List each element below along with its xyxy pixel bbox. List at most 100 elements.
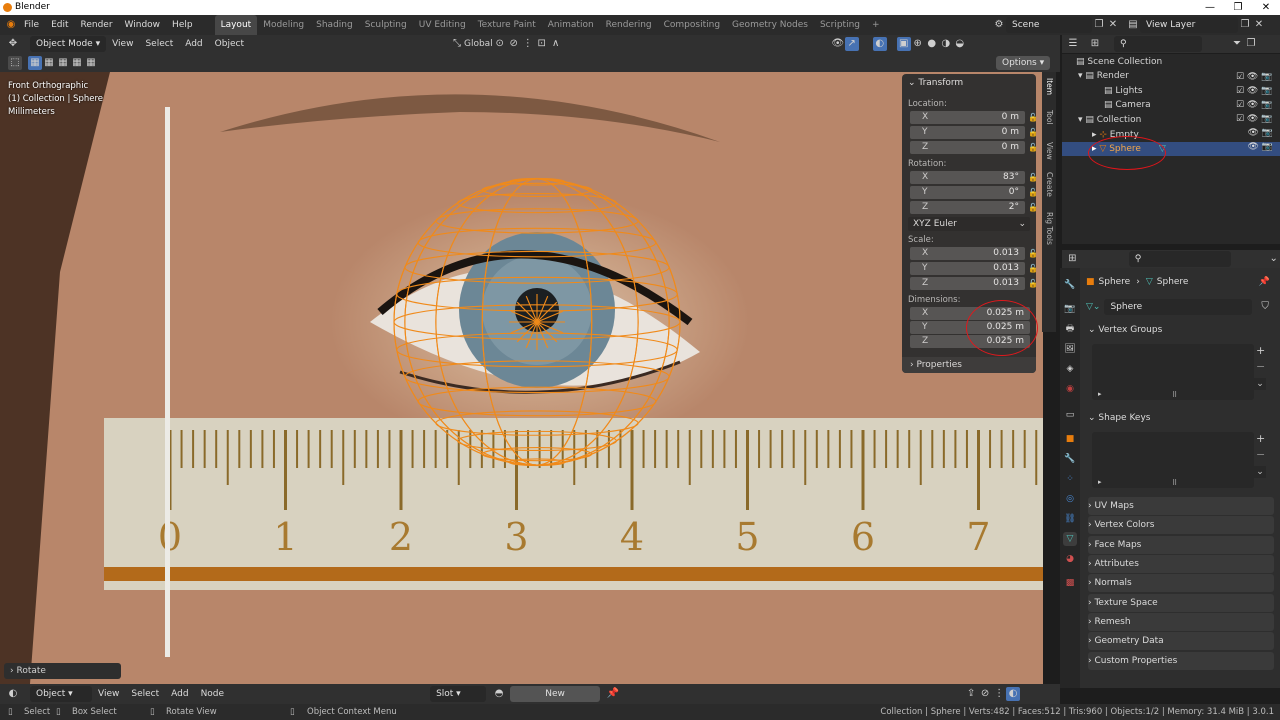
node-menu-view[interactable]: View xyxy=(92,684,125,704)
minimize-button[interactable]: — xyxy=(1196,0,1224,15)
add-workspace-button[interactable]: + xyxy=(866,15,886,35)
sidebar-tab-tool[interactable]: Tool xyxy=(1045,110,1054,125)
location-y-field[interactable]: Y 0 m xyxy=(910,126,1025,139)
section-texture-space[interactable]: › Texture Space xyxy=(1088,594,1274,612)
tab-geometry-nodes[interactable]: Geometry Nodes xyxy=(726,15,814,35)
filter-icon[interactable]: ⏷ xyxy=(1230,37,1244,51)
tab-sculpting[interactable]: Sculpting xyxy=(359,15,413,35)
visibility-toggles[interactable]: 👁 📷 xyxy=(1236,126,1273,140)
new-material-button[interactable]: New xyxy=(510,686,601,702)
sidebar-tab-create[interactable]: Create xyxy=(1045,172,1054,197)
tab-compositing[interactable]: Compositing xyxy=(658,15,726,35)
rotation-x-field[interactable]: X 83° xyxy=(910,171,1025,184)
remove-view-layer-icon[interactable]: ✕ xyxy=(1252,18,1266,32)
sidebar-tab-item[interactable]: Item xyxy=(1045,78,1054,95)
lock-icon[interactable]: 🔓 xyxy=(1028,201,1038,214)
snap-icon[interactable]: ⊘ xyxy=(978,687,992,701)
section-remesh[interactable]: › Remesh xyxy=(1088,613,1274,631)
viewport-menu-view[interactable]: View xyxy=(106,34,139,54)
scene-tab-icon[interactable]: ◈ xyxy=(1063,362,1077,376)
specials-menu-icon[interactable]: ⌄ xyxy=(1254,466,1266,478)
wireframe-shading-icon[interactable]: ⊕ xyxy=(911,37,925,51)
section-normals[interactable]: › Normals xyxy=(1088,574,1274,592)
scale-y-field[interactable]: Y 0.013 xyxy=(910,262,1025,275)
new-scene-icon[interactable]: ❐ xyxy=(1092,18,1106,32)
tab-animation[interactable]: Animation xyxy=(542,15,600,35)
outliner-editor-icon[interactable]: ☰ xyxy=(1066,37,1080,51)
output-tab-icon[interactable]: 🖶 xyxy=(1063,322,1077,336)
constraints-tab-icon[interactable]: ⛓ xyxy=(1063,512,1077,526)
visibility-toggles[interactable]: ☑ 👁 📷 xyxy=(1236,70,1273,84)
maximize-button[interactable]: ❐ xyxy=(1224,0,1252,15)
viewport-menu-select[interactable]: Select xyxy=(139,34,179,54)
vertex-groups-list[interactable]: ▸ ⠿ xyxy=(1092,344,1254,400)
parent-node-icon[interactable]: ⇪ xyxy=(964,687,978,701)
texture-tab-icon[interactable]: ▩ xyxy=(1063,576,1077,590)
select-new-icon[interactable]: ▦ xyxy=(28,55,42,70)
section-vertex-groups[interactable]: ⌄ Vertex Groups xyxy=(1088,321,1274,339)
falloff-icon[interactable]: ∧ xyxy=(549,37,563,51)
view-layer-tab-icon[interactable]: 🖼 xyxy=(1063,342,1077,356)
outliner-row[interactable]: ▤ Scene Collection xyxy=(1062,55,1280,69)
mesh-data-tab-icon[interactable]: ▽ xyxy=(1063,532,1077,546)
tab-shading[interactable]: Shading xyxy=(310,15,359,35)
fake-user-icon[interactable]: ⛉ xyxy=(1258,300,1272,314)
sidebar-tab-view[interactable]: View xyxy=(1045,142,1054,160)
lock-icon[interactable]: 🔓 xyxy=(1028,262,1038,275)
pin-icon[interactable]: 📌 xyxy=(606,687,620,701)
properties-editor-icon[interactable]: ⊞ xyxy=(1066,252,1079,266)
operator-panel[interactable]: › Rotate xyxy=(4,663,121,679)
display-mode-icon[interactable]: ⊞ xyxy=(1088,37,1102,51)
rotation-y-field[interactable]: Y 0° xyxy=(910,186,1025,199)
snap-target-icon[interactable]: ⋮ xyxy=(992,687,1006,701)
location-z-field[interactable]: Z 0 m xyxy=(910,141,1025,154)
editor-type-icon[interactable]: ◐ xyxy=(6,687,20,701)
select-tool-icon[interactable]: ⬚ xyxy=(8,55,22,70)
section-shape-keys[interactable]: ⌄ Shape Keys xyxy=(1088,409,1274,427)
proportional-edit-icon[interactable]: ⊡ xyxy=(535,37,549,51)
node-menu-node[interactable]: Node xyxy=(195,684,231,704)
rotation-z-field[interactable]: Z 2° xyxy=(910,201,1025,214)
node-menu-add[interactable]: Add xyxy=(165,684,194,704)
material-browse-icon[interactable]: ◓ xyxy=(492,687,506,701)
viewport-menu-object[interactable]: Object xyxy=(209,34,250,54)
lock-icon[interactable]: 🔓 xyxy=(1028,111,1038,124)
section-attributes[interactable]: › Attributes xyxy=(1088,555,1274,573)
remove-scene-icon[interactable]: ✕ xyxy=(1106,18,1120,32)
add-vertex-group-button[interactable]: + xyxy=(1256,344,1265,357)
collection-tab-icon[interactable]: ▭ xyxy=(1063,408,1077,422)
physics-tab-icon[interactable]: ◎ xyxy=(1063,492,1077,506)
solid-shading-icon[interactable]: ● xyxy=(925,37,939,51)
remove-vertex-group-button[interactable]: − xyxy=(1256,360,1265,373)
resize-handle-icon[interactable]: ⠿ xyxy=(1172,391,1177,399)
snap-icon[interactable]: ⊘ xyxy=(507,37,521,51)
orientation-dropdown[interactable]: Global xyxy=(464,39,493,49)
material-tab-icon[interactable]: ◕ xyxy=(1063,552,1077,566)
gizmo-icon[interactable]: ↗ xyxy=(844,37,859,51)
pin-icon[interactable]: 📌 xyxy=(1258,277,1269,287)
slot-dropdown[interactable]: Slot ▾ xyxy=(430,686,487,702)
editor-type-icon[interactable]: ✥ xyxy=(6,37,20,51)
add-shape-key-button[interactable]: + xyxy=(1256,432,1265,445)
outliner-search-input[interactable]: ⚲ xyxy=(1114,36,1202,52)
new-collection-icon[interactable]: ❐ xyxy=(1244,37,1258,51)
specials-menu-icon[interactable]: ⌄ xyxy=(1254,378,1266,390)
material-shading-icon[interactable]: ◑ xyxy=(939,37,953,51)
render-tab-icon[interactable]: 📷 xyxy=(1063,302,1077,316)
viewport-menu-add[interactable]: Add xyxy=(179,34,208,54)
scale-z-field[interactable]: Z 0.013 xyxy=(910,277,1025,290)
remove-shape-key-button[interactable]: − xyxy=(1256,448,1265,461)
mesh-data-icon[interactable]: ▽⌄ xyxy=(1086,302,1100,312)
close-button[interactable]: ✕ xyxy=(1252,0,1280,15)
scene-name-field[interactable]: Scene xyxy=(1006,17,1092,33)
visibility-toggles[interactable]: ☑ 👁 📷 xyxy=(1236,98,1273,112)
select-invert-icon[interactable]: ▦ xyxy=(70,56,84,70)
section-geometry-data[interactable]: › Geometry Data xyxy=(1088,632,1274,650)
rotation-mode-dropdown[interactable]: XYZ Euler ⌄ xyxy=(908,217,1030,231)
menu-help[interactable]: Help xyxy=(166,15,199,35)
select-extend-icon[interactable]: ▦ xyxy=(42,56,56,70)
lock-icon[interactable]: 🔓 xyxy=(1028,126,1038,139)
menu-edit[interactable]: Edit xyxy=(45,15,74,35)
pivot-icon[interactable]: ⊙ xyxy=(493,37,507,51)
snap-target-icon[interactable]: ⋮ xyxy=(521,37,535,51)
